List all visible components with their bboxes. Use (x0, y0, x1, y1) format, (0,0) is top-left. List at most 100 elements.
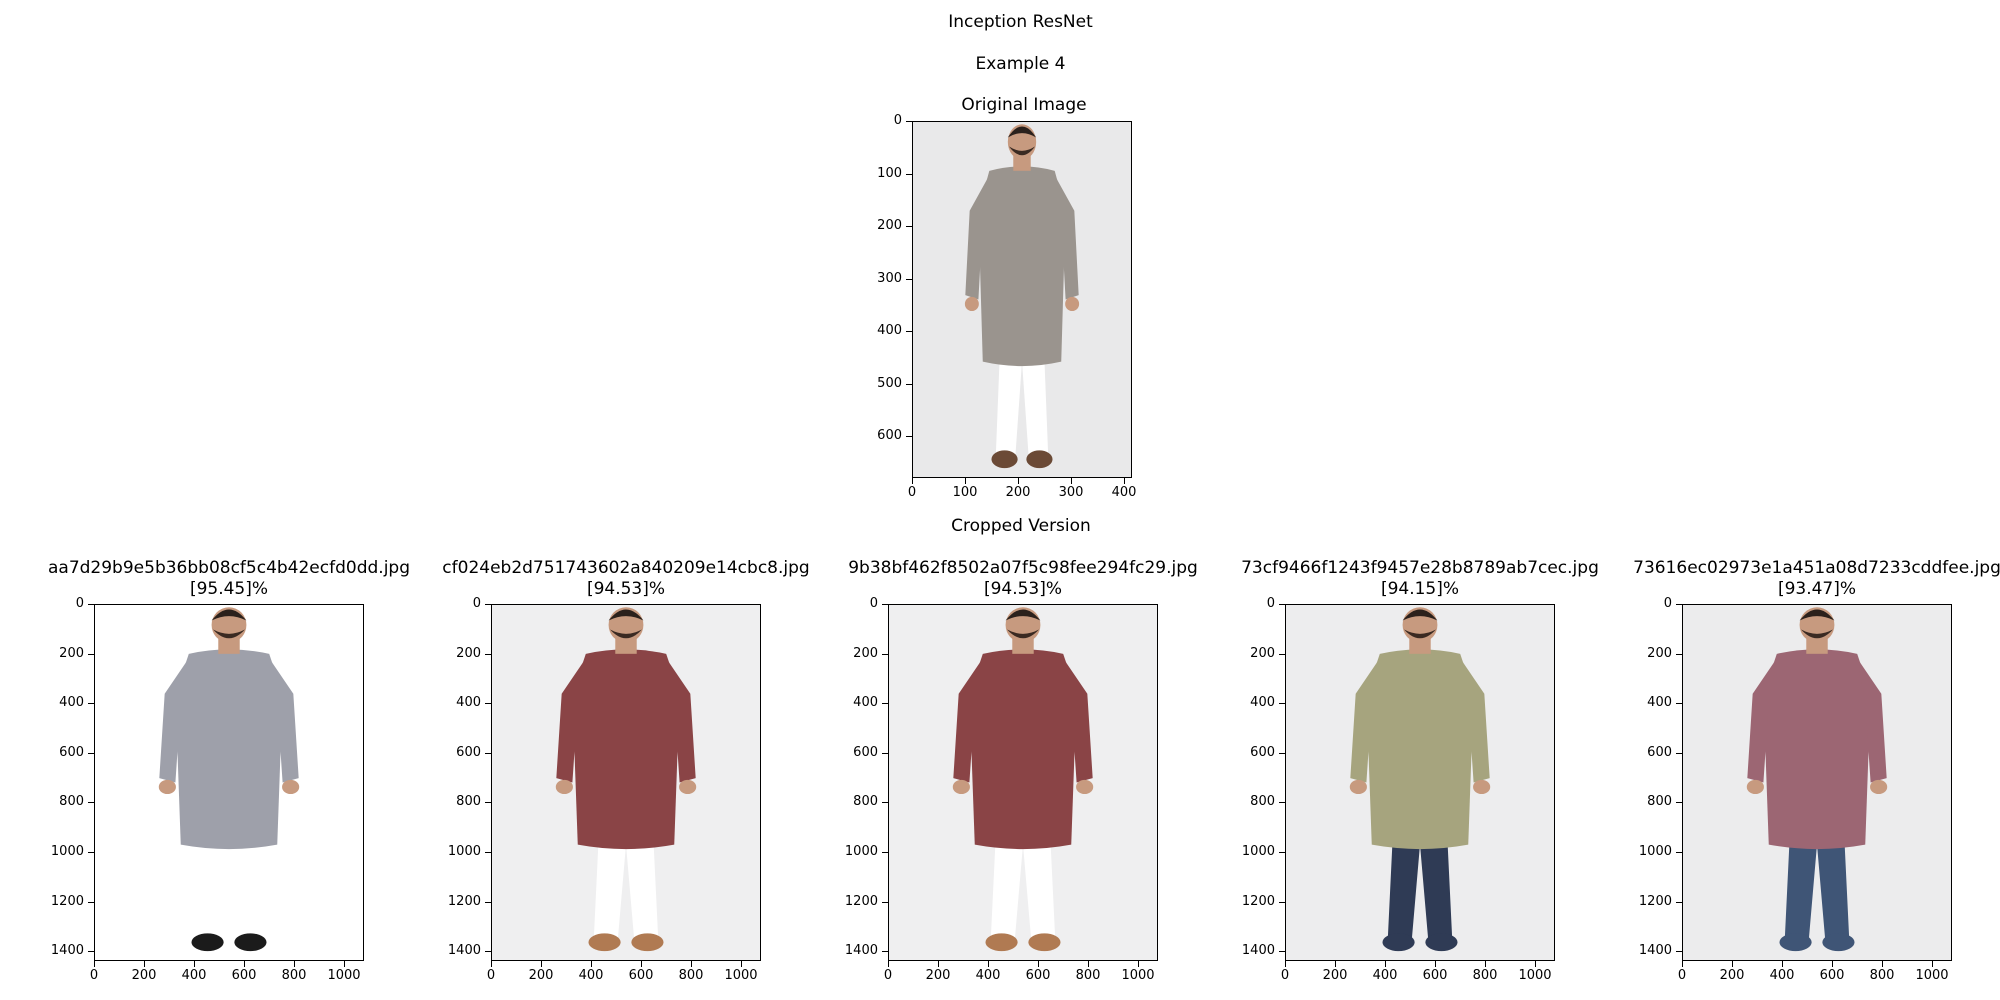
result-x-tick (244, 961, 245, 967)
result-x-tick (691, 961, 692, 967)
result-y-tick (1279, 703, 1285, 704)
result-y-tick (1676, 852, 1682, 853)
result-y-tick-label: 1400 (447, 943, 481, 958)
result-y-tick-label: 1400 (1638, 943, 1672, 958)
result-y-tick (485, 802, 491, 803)
result-y-tick-label: 400 (59, 695, 84, 710)
result-y-tick (88, 654, 94, 655)
result-y-tick (485, 604, 491, 605)
result-y-tick-label: 0 (1663, 596, 1672, 611)
result-y-tick-label: 400 (456, 695, 481, 710)
result-y-tick (882, 951, 888, 952)
result-y-tick (1676, 604, 1682, 605)
result-x-tick (194, 961, 195, 967)
result-y-tick (88, 852, 94, 853)
figure-subtitle: Example 4 (975, 54, 1066, 74)
result-y-tick-label: 0 (75, 596, 84, 611)
result-y-tick (88, 802, 94, 803)
result-y-tick-label: 0 (1266, 596, 1275, 611)
result-x-tick-label: 1000 (327, 968, 361, 983)
result-filename: cf024eb2d751743602a840209e14cbc8.jpg (442, 558, 810, 578)
result-y-tick-label: 400 (853, 695, 878, 710)
original-y-tick (906, 436, 912, 437)
result-x-tick (1335, 961, 1336, 967)
result-score: [94.15]% (1380, 579, 1460, 599)
result-y-tick (1279, 951, 1285, 952)
original-x-tick (965, 478, 966, 484)
result-image (1285, 604, 1555, 961)
result-y-tick-label: 600 (59, 745, 84, 760)
original-x-tick-label: 0 (907, 485, 917, 500)
result-y-tick-label: 1400 (50, 943, 84, 958)
result-filename: aa7d29b9e5b36bb08cf5c4b42ecfd0dd.jpg (47, 558, 410, 578)
result-x-tick (988, 961, 989, 967)
result-y-tick-label: 200 (1250, 646, 1275, 661)
result-x-tick (1782, 961, 1783, 967)
result-y-tick-label: 1000 (1241, 844, 1275, 859)
result-score: [95.45]% (189, 579, 269, 599)
result-y-tick (1676, 753, 1682, 754)
result-x-tick (1732, 961, 1733, 967)
result-y-tick-label: 1400 (1241, 943, 1275, 958)
result-x-tick (344, 961, 345, 967)
result-x-tick-label: 1000 (724, 968, 758, 983)
result-image (94, 604, 364, 961)
result-x-tick (541, 961, 542, 967)
result-y-tick-label: 800 (59, 794, 84, 809)
result-y-tick (88, 604, 94, 605)
result-x-tick (888, 961, 889, 967)
result-y-tick-label: 600 (1250, 745, 1275, 760)
result-filename: 9b38bf462f8502a07f5c98fee294fc29.jpg (848, 558, 1198, 578)
result-y-tick (88, 951, 94, 952)
original-x-tick (1071, 478, 1072, 484)
result-y-tick (1676, 654, 1682, 655)
result-y-tick-label: 800 (853, 794, 878, 809)
result-y-tick (1676, 703, 1682, 704)
result-y-tick-label: 200 (59, 646, 84, 661)
result-y-tick-label: 0 (869, 596, 878, 611)
result-y-tick (882, 902, 888, 903)
result-x-tick (1385, 961, 1386, 967)
result-y-tick (882, 703, 888, 704)
result-y-tick (485, 703, 491, 704)
result-y-tick (1676, 951, 1682, 952)
result-x-tick (144, 961, 145, 967)
result-y-tick (1676, 802, 1682, 803)
original-x-tick-label: 100 (952, 485, 978, 500)
result-y-tick (882, 802, 888, 803)
original-y-tick (906, 121, 912, 122)
result-y-tick-label: 600 (456, 745, 481, 760)
result-x-tick (294, 961, 295, 967)
result-y-tick-label: 1200 (50, 894, 84, 909)
result-y-tick (1279, 654, 1285, 655)
result-x-tick-label: 1000 (1915, 968, 1949, 983)
result-y-tick-label: 600 (1647, 745, 1672, 760)
cropped-version-title: Cropped Version (951, 516, 1091, 536)
original-x-tick-label: 300 (1058, 485, 1084, 500)
original-y-tick-label: 100 (877, 166, 902, 181)
result-y-tick (88, 753, 94, 754)
result-y-tick (882, 852, 888, 853)
original-y-tick (906, 226, 912, 227)
original-y-tick-label: 0 (893, 113, 902, 128)
result-y-tick-label: 1200 (844, 894, 878, 909)
result-x-tick-label: 1000 (1518, 968, 1552, 983)
result-y-tick (882, 604, 888, 605)
result-x-tick (491, 961, 492, 967)
result-filename: 73616ec02973e1a451a08d7233cddfee.jpg (1633, 558, 2000, 578)
result-x-tick (1932, 961, 1933, 967)
result-y-tick-label: 600 (853, 745, 878, 760)
original-x-tick (1124, 478, 1125, 484)
result-y-tick (882, 753, 888, 754)
original-x-tick-label: 200 (1005, 485, 1031, 500)
result-y-tick-label: 1000 (844, 844, 878, 859)
result-y-tick (1279, 852, 1285, 853)
result-y-tick-label: 1400 (844, 943, 878, 958)
result-y-tick (485, 951, 491, 952)
original-x-tick (1018, 478, 1019, 484)
result-y-tick-label: 1000 (447, 844, 481, 859)
original-x-tick-label: 400 (1111, 485, 1137, 500)
result-x-tick (591, 961, 592, 967)
result-filename: 73cf9466f1243f9457e28b8789ab7cec.jpg (1241, 558, 1599, 578)
result-y-tick (882, 654, 888, 655)
